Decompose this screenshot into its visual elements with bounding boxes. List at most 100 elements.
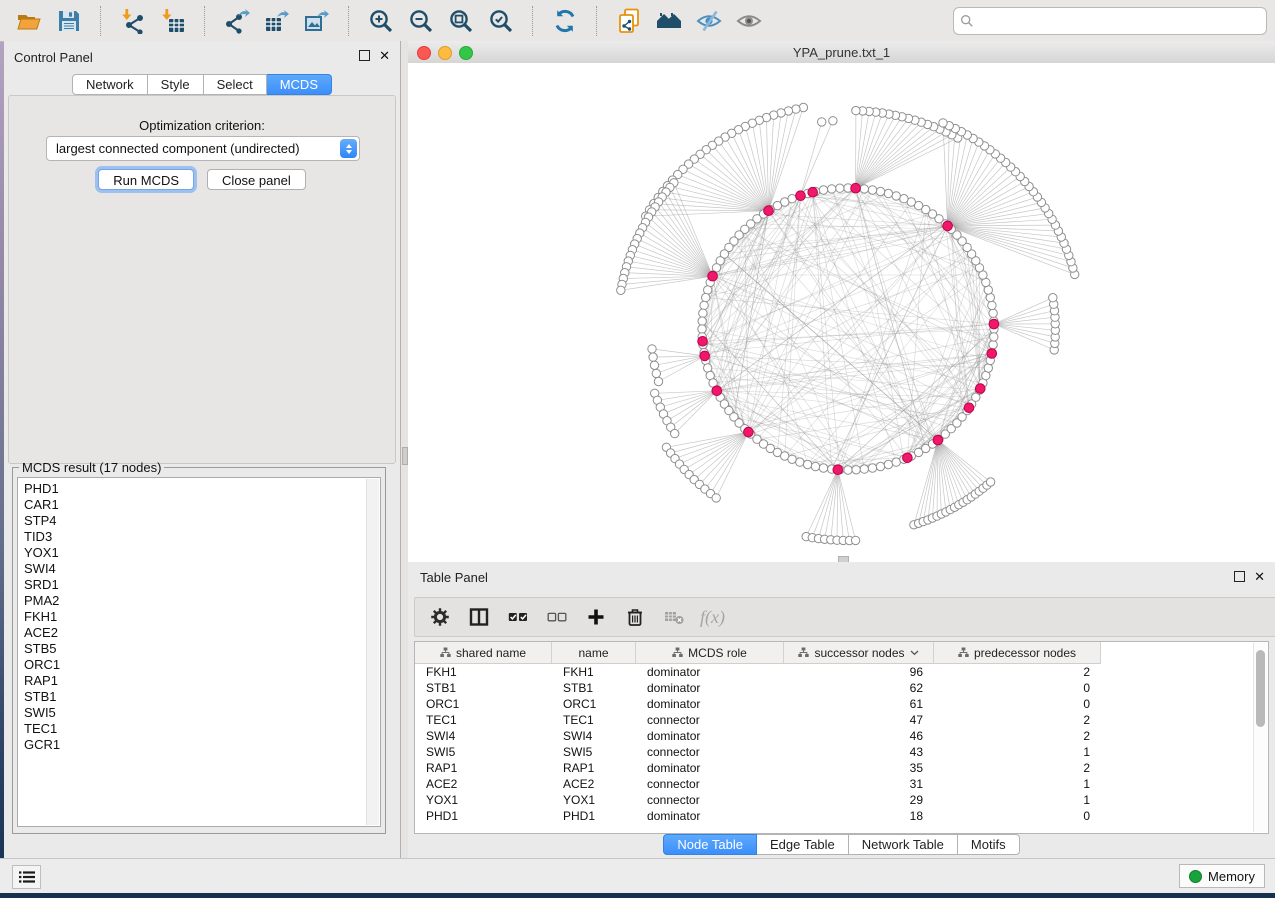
graph-node[interactable] xyxy=(712,494,720,502)
memory-button[interactable]: Memory xyxy=(1179,864,1265,888)
graph-node[interactable] xyxy=(876,462,884,470)
graph-node[interactable] xyxy=(990,333,998,341)
graph-node[interactable] xyxy=(989,341,997,349)
graph-node[interactable] xyxy=(986,478,994,486)
graph-hub-node[interactable] xyxy=(808,187,818,197)
mcds-result-item[interactable]: GCR1 xyxy=(18,737,380,753)
mcds-result-item[interactable]: TID3 xyxy=(18,529,380,545)
close-panel-icon[interactable]: ✕ xyxy=(379,50,390,61)
graph-node[interactable] xyxy=(811,462,819,470)
table-row-TEC1[interactable]: TEC1TEC1connector472 xyxy=(415,712,1268,728)
graph-node[interactable] xyxy=(1049,294,1057,302)
graph-hub-node[interactable] xyxy=(764,206,774,216)
tab-style[interactable]: Style xyxy=(148,74,204,95)
tab-network-table[interactable]: Network Table xyxy=(849,834,958,855)
show-columns-icon[interactable] xyxy=(462,602,495,632)
graph-node[interactable] xyxy=(868,186,876,194)
graph-node[interactable] xyxy=(671,429,679,437)
table-row-PHD1[interactable]: PHD1PHD1dominator180 xyxy=(415,808,1268,824)
task-history-button[interactable] xyxy=(12,865,41,889)
float-window-icon[interactable] xyxy=(1234,571,1245,582)
graph-node[interactable] xyxy=(617,286,625,294)
table-row-FKH1[interactable]: FKH1FKH1dominator962 xyxy=(415,664,1268,680)
graph-node[interactable] xyxy=(799,103,807,111)
mcds-result-item[interactable]: STP4 xyxy=(18,513,380,529)
graph-node[interactable] xyxy=(788,455,796,463)
table-row-ACE2[interactable]: ACE2ACE2connector311 xyxy=(415,776,1268,792)
graph-node[interactable] xyxy=(796,458,804,466)
graph-node[interactable] xyxy=(986,293,994,301)
graph-hub-node[interactable] xyxy=(698,337,708,347)
table-row-SWI5[interactable]: SWI5SWI5connector431 xyxy=(415,744,1268,760)
column-header-successor-nodes[interactable]: successor nodes xyxy=(784,642,934,663)
refresh-icon[interactable] xyxy=(545,5,585,37)
graph-hub-node[interactable] xyxy=(851,183,861,193)
graph-node[interactable] xyxy=(819,464,827,472)
mcds-result-item[interactable]: PHD1 xyxy=(18,481,380,497)
mcds-result-item[interactable]: ORC1 xyxy=(18,657,380,673)
graph-hub-node[interactable] xyxy=(833,465,843,475)
mcds-result-item[interactable]: YOX1 xyxy=(18,545,380,561)
graph-node[interactable] xyxy=(818,118,826,126)
add-column-icon[interactable] xyxy=(579,602,612,632)
tab-edge-table[interactable]: Edge Table xyxy=(757,834,849,855)
graph-hub-node[interactable] xyxy=(976,384,986,394)
mcds-result-item[interactable]: SRD1 xyxy=(18,577,380,593)
graph-hub-node[interactable] xyxy=(903,453,913,463)
mcds-result-item[interactable]: TEC1 xyxy=(18,721,380,737)
graph-node[interactable] xyxy=(828,185,836,193)
mcds-result-item[interactable]: PMA2 xyxy=(18,593,380,609)
graph-node[interactable] xyxy=(650,361,658,369)
deselect-all-icon[interactable] xyxy=(540,602,573,632)
scrollbar-thumb[interactable] xyxy=(1256,650,1265,727)
graph-node[interactable] xyxy=(698,317,706,325)
graph-hub-node[interactable] xyxy=(964,403,974,413)
column-header-MCDS-role[interactable]: MCDS role xyxy=(636,642,784,663)
table-row-STB1[interactable]: STB1STB1dominator620 xyxy=(415,680,1268,696)
graph-hub-node[interactable] xyxy=(796,191,806,201)
column-header-predecessor-nodes[interactable]: predecessor nodes xyxy=(934,642,1101,663)
optimization-select[interactable]: largest connected component (undirected) xyxy=(46,136,360,161)
graph-node[interactable] xyxy=(868,464,876,472)
mcds-result-item[interactable]: SWI4 xyxy=(18,561,380,577)
network-canvas[interactable] xyxy=(408,63,1275,560)
graph-node[interactable] xyxy=(654,377,662,385)
tab-mcds[interactable]: MCDS xyxy=(267,74,332,95)
tab-node-table[interactable]: Node Table xyxy=(663,834,757,855)
mcds-result-item[interactable]: RAP1 xyxy=(18,673,380,689)
clone-network-icon[interactable] xyxy=(609,5,649,37)
show-graphics-details-icon[interactable] xyxy=(729,5,769,37)
zoom-out-icon[interactable] xyxy=(401,5,441,37)
graph-node[interactable] xyxy=(700,301,708,309)
graph-hub-node[interactable] xyxy=(933,435,943,445)
graph-node[interactable] xyxy=(900,195,908,203)
graph-node[interactable] xyxy=(792,105,800,113)
column-header-name[interactable]: name xyxy=(552,642,636,663)
graph-node[interactable] xyxy=(702,293,710,301)
graph-node[interactable] xyxy=(648,345,656,353)
search-input[interactable] xyxy=(979,13,1260,30)
import-table-icon[interactable] xyxy=(153,5,193,37)
graph-hub-node[interactable] xyxy=(712,386,722,396)
graph-node[interactable] xyxy=(860,185,868,193)
mcds-result-item[interactable]: SWI5 xyxy=(18,705,380,721)
graph-node[interactable] xyxy=(860,465,868,473)
tab-motifs[interactable]: Motifs xyxy=(958,834,1020,855)
graph-node[interactable] xyxy=(652,369,660,377)
graph-hub-node[interactable] xyxy=(700,351,710,361)
close-panel-button[interactable]: Close panel xyxy=(207,169,306,190)
mcds-result-item[interactable]: ACE2 xyxy=(18,625,380,641)
graph-node[interactable] xyxy=(649,353,657,361)
export-image-icon[interactable] xyxy=(297,5,337,37)
graph-node[interactable] xyxy=(884,189,892,197)
export-network-icon[interactable] xyxy=(217,5,257,37)
graph-node[interactable] xyxy=(704,286,712,294)
graph-node[interactable] xyxy=(876,187,884,195)
table-scrollbar[interactable] xyxy=(1253,643,1267,832)
graph-hub-node[interactable] xyxy=(987,349,997,359)
mcds-result-item[interactable]: STB1 xyxy=(18,689,380,705)
graph-hub-node[interactable] xyxy=(744,427,754,437)
graph-node[interactable] xyxy=(829,117,837,125)
graph-node[interactable] xyxy=(803,460,811,468)
graph-node[interactable] xyxy=(698,325,706,333)
